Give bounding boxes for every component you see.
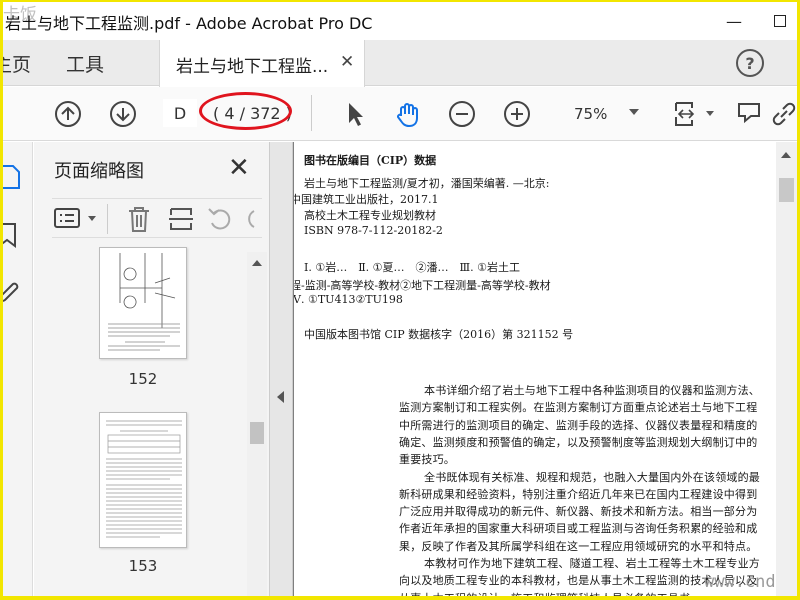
- thumbnail-label: 152: [128, 370, 158, 388]
- tab-close-icon[interactable]: ✕: [340, 52, 354, 72]
- thumbnail-label: 153: [128, 557, 158, 575]
- doc-scroll-thumb[interactable]: [779, 178, 794, 202]
- body-line: 确定、监测频度和预警值的确定，以及预警制度等监测规划大纲制订中的: [399, 435, 758, 449]
- scroll-up-icon[interactable]: [252, 260, 262, 266]
- rotate-page-icon[interactable]: [206, 205, 232, 233]
- cip-line: 程-监测-高等学校-教材②地下工程测量-高等学校-教材: [294, 279, 551, 292]
- tab-tools[interactable]: 工具: [66, 50, 104, 77]
- panel-divider: [107, 204, 108, 234]
- select-tool-icon[interactable]: [340, 99, 370, 129]
- body-line: 新科研成果和经验资料，特别注重介绍近几年来已在国内工程建设中得到: [399, 487, 758, 501]
- fit-page-icon[interactable]: [671, 99, 701, 129]
- body-line: 监测方案制订和工程实例。在监测方案制订方面重点论述岩土与地下工程: [399, 401, 758, 415]
- document-scrollbar[interactable]: [776, 142, 797, 596]
- maximize-icon: [774, 15, 786, 27]
- document-page: 图书在版编目（CIP）数据 岩土与地下工程监测/夏才初，潘国荣编著. —北京: 中…: [294, 142, 776, 596]
- extract-page-icon[interactable]: [168, 205, 194, 233]
- previous-page-icon[interactable]: [53, 99, 83, 129]
- zoom-dropdown-icon[interactable]: [629, 109, 639, 115]
- cip-line: ISBN 978-7-112-20182-2: [304, 224, 443, 237]
- tab-bar: 主页 工具 岩土与地下工程监... ✕ ?: [3, 40, 797, 87]
- options-dropdown-icon[interactable]: [88, 216, 96, 221]
- panel-collapse-strip[interactable]: [269, 142, 293, 596]
- title-bar: 卡饭 岩土与地下工程监测.pdf - Adobe Acrobat Pro DC …: [3, 2, 797, 40]
- link-icon[interactable]: [769, 99, 797, 129]
- highlight-oval: [199, 92, 292, 130]
- document-area: 图书在版编目（CIP）数据 岩土与地下工程监测/夏才初，潘国荣编著. —北京: 中…: [269, 142, 797, 596]
- tab-document[interactable]: 岩土与地下工程监... ✕: [159, 40, 365, 87]
- body-line: 作者近年承担的国家重大科研项目或工程监测与咨询任务积累的经验和成: [399, 522, 758, 536]
- thumbnail-drawing: [108, 253, 180, 351]
- thumbnail-page[interactable]: [99, 412, 187, 548]
- thumbnail-text-preview: [106, 420, 182, 538]
- comment-icon[interactable]: [735, 99, 765, 129]
- navigation-rail: [3, 142, 33, 596]
- scroll-thumb[interactable]: [250, 422, 264, 444]
- minimize-button[interactable]: —: [711, 2, 757, 40]
- body-line: 从事土木工程的设计、施工和监理等科技人员必备的工具书。: [399, 590, 701, 596]
- toolbar-divider: [311, 95, 312, 131]
- zoom-level[interactable]: 75%: [574, 105, 607, 123]
- page-thumbnails-icon[interactable]: [3, 164, 21, 192]
- fit-dropdown-icon[interactable]: [706, 111, 714, 116]
- page-number-input[interactable]: D: [163, 99, 197, 127]
- cip-line: 中国建筑工业出版社，2017.1: [294, 193, 439, 206]
- next-page-icon[interactable]: [108, 99, 138, 129]
- body-line: 全书既体现有关标准、规程和规范，也融入大量国内外在该领域的最: [424, 470, 760, 484]
- tab-home[interactable]: 主页: [3, 50, 31, 77]
- body-line: 本书详细介绍了岩土与地下工程中各种监测项目的仪器和监测方法、: [424, 384, 760, 397]
- cip-line: 岩土与地下工程监测/夏才初，潘国荣编著. —北京:: [304, 177, 550, 190]
- attachments-icon[interactable]: [3, 278, 21, 306]
- rotate-clockwise-icon[interactable]: [242, 205, 262, 233]
- site-watermark: www.cndao.com: [704, 572, 776, 592]
- thumbnails-panel: 页面缩略图 ✕ 152 153: [34, 142, 269, 596]
- panel-close-icon[interactable]: ✕: [228, 153, 250, 183]
- body-line: 果，反映了作者及其所属学科组在这一工程应用领域研究的水平和特点。: [399, 539, 758, 553]
- zoom-in-icon[interactable]: [502, 99, 532, 129]
- thumbnail-scrollbar[interactable]: [247, 252, 267, 596]
- panel-toolbar: [52, 198, 262, 238]
- toolbar: D ( 4 / 372 ) 75%: [3, 87, 797, 141]
- options-menu-icon[interactable]: [54, 207, 84, 231]
- thumbnail-page[interactable]: [99, 247, 187, 359]
- cip-line: 高校土木工程专业规划教材: [304, 209, 436, 222]
- bookmarks-icon[interactable]: [3, 222, 21, 250]
- cip-line: 中国版本图书馆 CIP 数据核字（2016）第 321152 号: [304, 328, 574, 341]
- help-button[interactable]: ?: [736, 49, 764, 77]
- cip-line: Ⅰ. ①岩… Ⅱ. ①夏… ②潘… Ⅲ. ①岩土工: [304, 261, 520, 274]
- collapse-panel-icon[interactable]: [277, 391, 284, 403]
- cip-line: Ⅳ. ①TU413②TU198: [294, 293, 403, 306]
- maximize-button[interactable]: [757, 2, 797, 40]
- tab-document-label: 岩土与地下工程监...: [176, 57, 329, 77]
- doc-scroll-up-icon[interactable]: [781, 152, 791, 158]
- cip-heading: 图书在版编目（CIP）数据: [304, 154, 437, 167]
- thumbnail-list: 152 153: [34, 247, 269, 596]
- body-line: 重要技巧。: [399, 453, 455, 467]
- body-line: 本教材可作为地下建筑工程、隧道工程、岩土工程等土木工程专业方: [424, 557, 760, 570]
- panel-title: 页面缩略图: [54, 161, 144, 182]
- delete-page-icon[interactable]: [126, 205, 152, 233]
- body-line: 广泛应用并取得成功的新元件、新仪器、新技术和新方法。相当一部分为: [399, 505, 758, 519]
- body-line: 中所需进行的监测项目的确定、监测手段的选择、仪器仪表量程和精度的: [399, 418, 758, 432]
- hand-tool-icon[interactable]: [393, 99, 423, 129]
- acrobat-window: 卡饭 岩土与地下工程监测.pdf - Adobe Acrobat Pro DC …: [3, 2, 797, 596]
- window-title: 岩土与地下工程监测.pdf - Adobe Acrobat Pro DC: [5, 14, 373, 33]
- zoom-out-icon[interactable]: [447, 99, 477, 129]
